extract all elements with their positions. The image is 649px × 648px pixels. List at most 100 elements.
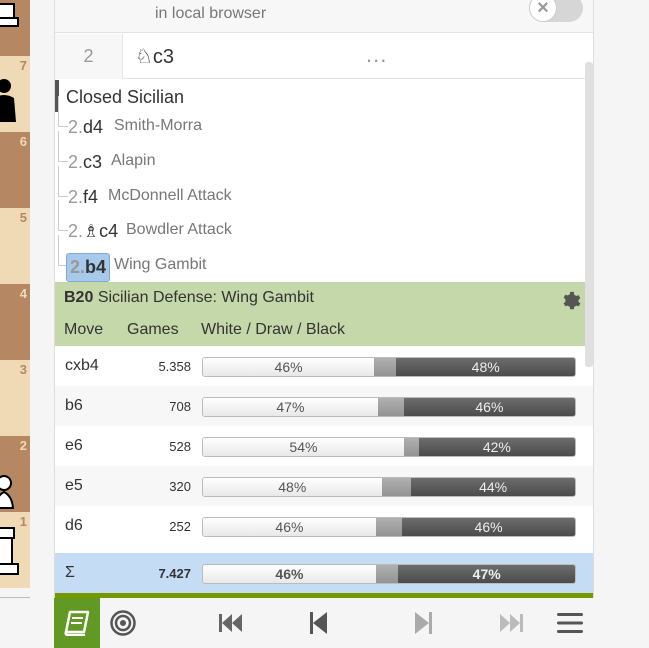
eco-code: B20 [64,289,94,306]
chess-board[interactable]: 7 6 5 4 3 2 1 [0,0,30,598]
table-row[interactable]: e6 528 54% 42% [55,426,593,466]
variation-move[interactable]: 2.c3 [68,152,102,173]
last-move-button[interactable] [488,598,534,648]
games-cell: 5.358 [158,359,191,374]
move-number: 2. [70,257,86,277]
close-icon: × [529,0,557,22]
rank-label: 6 [19,134,27,149]
move-number: 2. [68,152,84,172]
rank-label: 2 [19,438,27,453]
move-san: ♗c4 [83,221,119,241]
result-bar: 46% 46% [202,517,576,537]
skip-last-icon [500,614,523,632]
sum-games: 7.427 [158,566,191,581]
draw-segment [374,358,397,376]
draw-segment [403,438,419,456]
move-cell: d6 [65,517,83,534]
draw-segment [375,518,403,536]
more-options[interactable]: ... [366,42,387,68]
col-move[interactable]: Move [64,321,103,339]
analysis-panel: in local browser × 2 ♘c3 ... Closed Sici… [54,0,594,598]
variation-line[interactable]: 2.c3 Alapin [55,131,585,177]
variation-name: Bowdler Attack [126,221,232,238]
table-row[interactable]: cxb4 5.358 46% 48% [55,346,593,386]
menu-button[interactable] [547,598,593,648]
variation-name: Smith-Morra [114,117,203,134]
move-san: f4 [83,187,99,207]
local-toggle[interactable]: × [529,0,583,22]
games-cell: 320 [169,479,191,494]
table-row[interactable]: e5 320 48% 44% [55,466,593,506]
bottom-nav [54,598,594,648]
variation-move-active[interactable]: 2.b4 [66,253,111,282]
board-square[interactable]: 3 [0,360,30,436]
black-segment: 47% [398,565,575,583]
variation-move[interactable]: 2.f4 [68,187,98,208]
move-cell: cxb4 [65,357,99,374]
tree-line [58,131,68,162]
target-icon [110,610,136,636]
black-segment: 46% [402,518,575,536]
explorer-topbar: in local browser × [55,0,593,33]
tree-line [58,200,68,231]
board-square[interactable]: 1 [0,512,30,588]
rank-label: 5 [19,210,27,225]
rank-label: 3 [19,362,27,377]
gear-icon[interactable] [559,290,581,312]
result-bar: 54% 42% [202,437,576,457]
variation-title: Closed Sicilian [66,87,185,107]
board-square[interactable] [0,0,30,56]
practice-button[interactable] [100,598,146,648]
variation-move[interactable]: 2.d4 [68,117,103,138]
opening-name: Sicilian Defense: Wing Gambit [97,289,314,306]
variation-move[interactable]: 2.♗c4 [68,221,118,242]
move-number: 2. [68,221,84,241]
tree-line [58,166,68,197]
variation-line[interactable]: 2.♗c4 Bowdler Attack [55,200,585,246]
scrollbar[interactable] [585,62,593,367]
board-square[interactable]: 7 [0,56,30,132]
rank-label: 7 [19,58,27,73]
table-row[interactable]: d6 252 46% 46% [55,506,593,546]
board-square[interactable]: 2 [0,436,30,512]
next-move-button[interactable] [400,598,446,648]
games-cell: 252 [169,519,191,534]
white-rook-icon [0,527,19,575]
board-square[interactable]: 4 [0,284,30,360]
variation-name: Alapin [111,152,156,169]
board-square[interactable]: 5 [0,208,30,284]
result-bar: 48% 44% [202,477,576,497]
table-row[interactable]: b6 708 47% 46% [55,386,593,426]
variation-line[interactable]: 2.d4 Smith-Morra [55,96,585,142]
sum-symbol: Σ [65,564,75,581]
book-icon [64,610,90,636]
local-browser-text: in local browser [155,5,267,22]
move-cell: e5 [65,477,83,494]
col-result: White / Draw / Black [201,321,346,338]
previous-move-button[interactable] [296,598,342,648]
opening-explorer-button[interactable] [54,598,100,648]
move-number: 2. [68,117,84,137]
move-cell: b6 [65,397,83,414]
draw-segment [375,565,399,583]
board-square[interactable]: 6 [0,132,30,208]
move-san: c3 [83,152,103,172]
black-pawn-icon [0,79,16,122]
result-bar: 46% 48% [202,357,576,377]
move-number: 2. [68,187,84,207]
white-segment: 46% [203,518,376,536]
col-games[interactable]: Games [127,321,179,339]
games-cell: 708 [169,399,191,414]
hamburger-menu-icon [557,613,583,633]
variation-line-active[interactable]: 2.b4 Wing Gambit [55,235,585,282]
result-bar: 47% 46% [202,397,576,417]
draw-segment [381,478,412,496]
move-san: b4 [85,257,107,277]
move-row[interactable]: 2 ♘c3 ... [55,34,593,79]
first-move-button[interactable] [208,598,254,648]
rank-label: 4 [19,286,27,301]
move-san[interactable]: ♘c3 [135,44,174,69]
summary-result-bar: 46% 47% [202,564,576,584]
variation-line[interactable]: 2.f4 McDonnell Attack [55,166,585,212]
white-rook-icon [0,3,19,27]
